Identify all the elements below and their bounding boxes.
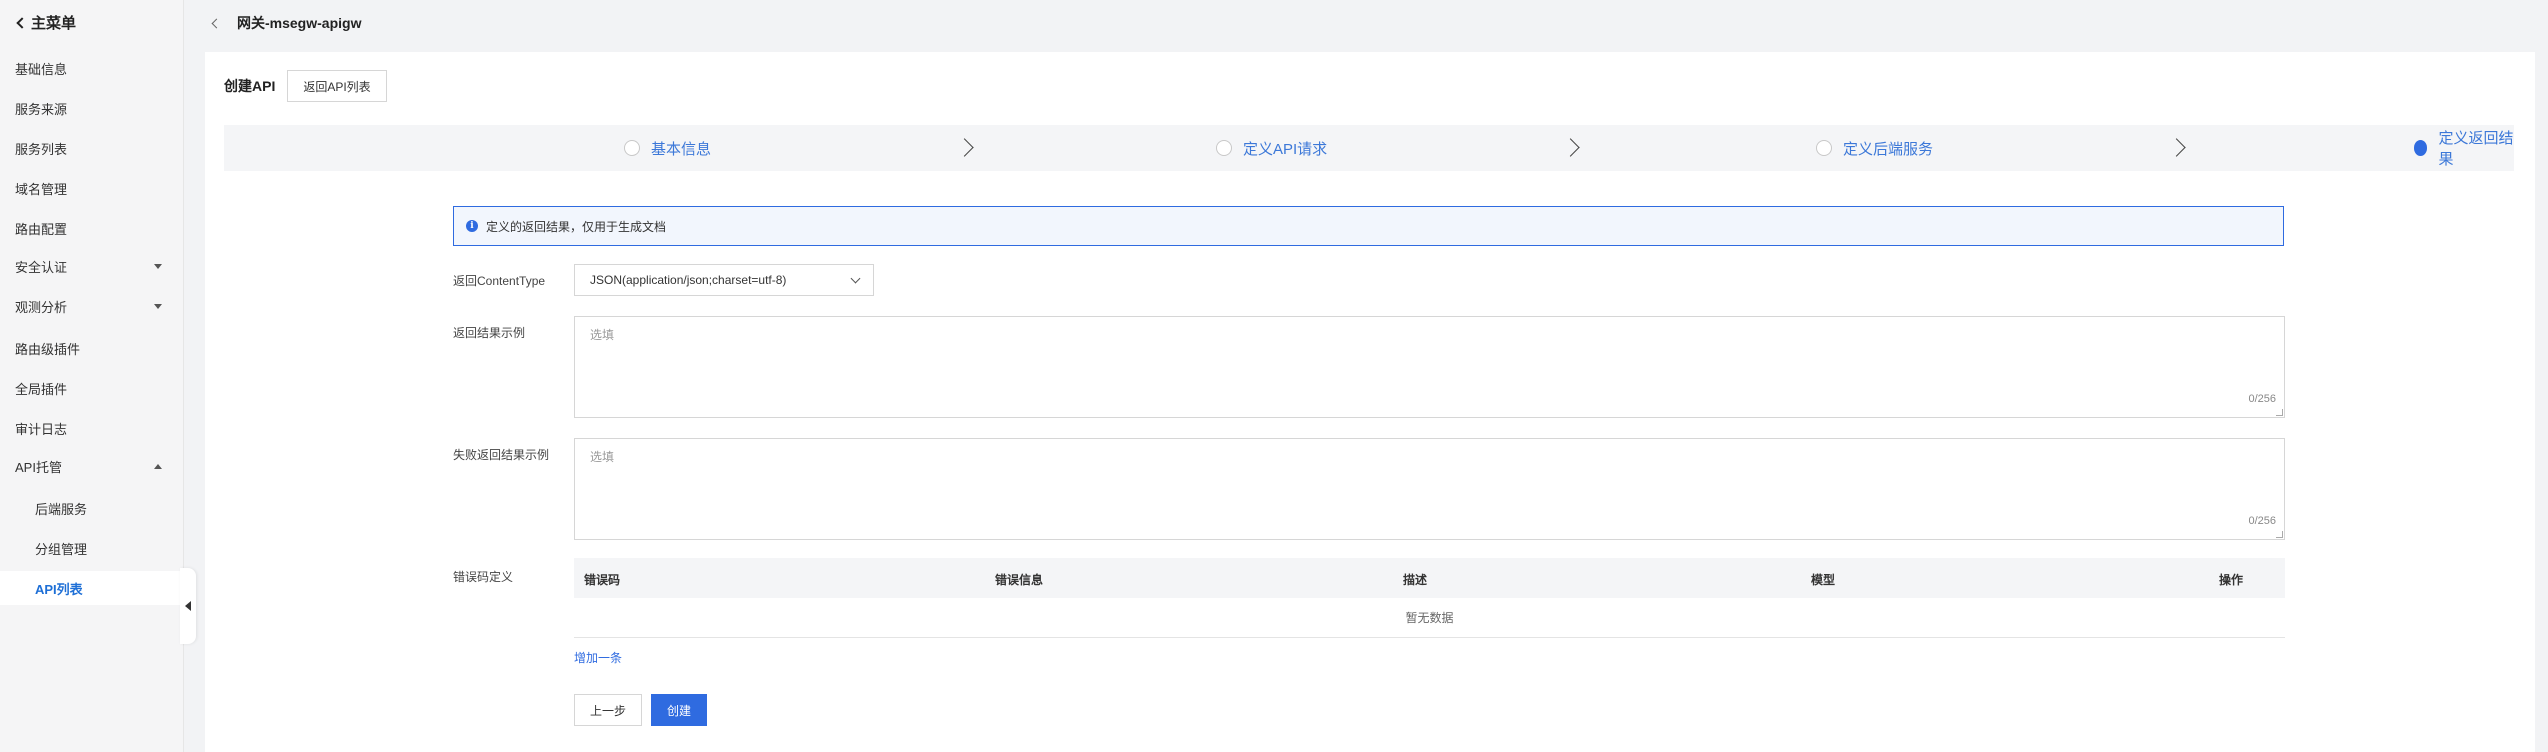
step-active-dot-icon (2414, 140, 2428, 156)
sidebar-item-label: 安全认证 (15, 259, 68, 275)
content-type-value: JSON(application/json;charset=utf-8) (590, 273, 787, 287)
sidebar-item-observability[interactable]: 观测分析 (0, 289, 184, 323)
step-bar: 基本信息 定义API请求 定义后端服务 定义返回结果 (224, 125, 2514, 171)
success-example-label: 返回结果示例 (453, 326, 526, 340)
main-menu-back-button[interactable]: 主菜单 (16, 12, 77, 33)
back-chevron-icon[interactable] (211, 18, 222, 28)
sidebar-item-global-plugins[interactable]: 全局插件 (0, 371, 184, 405)
sidebar-item-route-config[interactable]: 路由配置 (0, 211, 184, 245)
table-empty-row: 暂无数据 (574, 598, 2285, 638)
chevron-down-icon (850, 273, 861, 284)
sidebar-item-label: 路由级插件 (15, 341, 81, 357)
fail-example-counter: 0/256 (2248, 515, 2276, 527)
caret-down-icon (154, 263, 162, 269)
main-menu-label: 主菜单 (31, 15, 77, 32)
fail-example-label: 失败返回结果示例 (453, 448, 550, 462)
page-header: 创建API 返回API列表 (224, 70, 387, 102)
sidebar-item-label: 服务列表 (15, 141, 68, 157)
sidebar-item-label: 服务来源 (15, 101, 68, 117)
sidebar-item-audit-log[interactable]: 审计日志 (0, 411, 184, 445)
sidebar-item-label: 审计日志 (15, 421, 68, 437)
sidebar-item-label: 全局插件 (15, 381, 68, 397)
step-dot-icon (624, 140, 640, 156)
collapse-left-icon (185, 601, 191, 611)
sidebar-item-domain[interactable]: 域名管理 (0, 171, 184, 205)
column-header: 操作 (2219, 573, 2244, 587)
sidebar-item-security-auth[interactable]: 安全认证 (0, 249, 184, 283)
info-icon: i (466, 220, 478, 232)
success-example-placeholder: 选填 (590, 328, 615, 342)
content-type-label: 返回ContentType (453, 274, 546, 288)
sidebar-item-label: 分组管理 (35, 541, 88, 557)
sidebar-item-route-plugins[interactable]: 路由级插件 (0, 331, 184, 365)
add-row-link[interactable]: 增加一条 (574, 649, 622, 666)
sidebar: 主菜单 基础信息 服务来源 服务列表 域名管理 路由配置 安全认证 观测分析 路… (0, 0, 196, 752)
gateway-title: 网关-msegw-apigw (237, 15, 362, 31)
empty-text: 暂无数据 (1405, 611, 1454, 625)
step-define-request[interactable]: 定义API请求 (1216, 125, 1327, 171)
success-example-textarea[interactable]: 选填 0/256 (574, 316, 2285, 418)
column-header: 模型 (1811, 573, 1836, 587)
info-notice: i 定义的返回结果，仅用于生成文档 (453, 206, 2284, 246)
caret-up-icon (154, 463, 162, 469)
table-header: 错误码 错误信息 描述 模型 操作 (574, 558, 2285, 598)
chevron-left-icon (16, 16, 28, 29)
sidebar-collapse-handle[interactable] (180, 568, 196, 644)
back-to-api-list-button[interactable]: 返回API列表 (287, 70, 387, 102)
sidebar-item-basic-info[interactable]: 基础信息 (0, 51, 184, 85)
sidebar-item-label: 路由配置 (15, 221, 68, 237)
sidebar-item-label: API列表 (35, 581, 83, 597)
main-card: 创建API 返回API列表 基本信息 定义API请求 定义后端服务 定义返回结果… (205, 52, 2535, 752)
sidebar-item-backend-service[interactable]: 后端服务 (0, 491, 184, 525)
step-label: 定义API请求 (1243, 140, 1328, 158)
step-define-backend[interactable]: 定义后端服务 (1816, 125, 1933, 171)
resize-grip-icon[interactable] (2276, 409, 2283, 416)
step-label: 基本信息 (651, 140, 712, 158)
step-dot-icon (1816, 140, 1832, 156)
column-header: 错误码 (584, 573, 621, 587)
sidebar-item-label: 观测分析 (15, 299, 68, 315)
sidebar-item-label: 后端服务 (35, 501, 88, 517)
fail-example-textarea[interactable]: 选填 0/256 (574, 438, 2285, 540)
sidebar-item-api-list[interactable]: API列表 (0, 571, 184, 605)
resize-grip-icon[interactable] (2276, 531, 2283, 538)
step-label: 定义后端服务 (1843, 140, 1934, 158)
sidebar-item-group-management[interactable]: 分组管理 (0, 531, 184, 565)
page-title: 创建API (224, 78, 276, 94)
create-button[interactable]: 创建 (651, 694, 708, 726)
notice-text: 定义的返回结果，仅用于生成文档 (486, 219, 667, 234)
chevron-right-icon (2167, 138, 2186, 157)
header: 网关-msegw-apigw (204, 0, 361, 46)
sidebar-item-service-list[interactable]: 服务列表 (0, 131, 184, 165)
content-type-select[interactable]: JSON(application/json;charset=utf-8) (574, 264, 874, 296)
step-basic-info[interactable]: 基本信息 (624, 125, 711, 171)
sidebar-item-label: 域名管理 (15, 181, 68, 197)
prev-step-button[interactable]: 上一步 (574, 694, 643, 726)
column-header: 错误信息 (995, 573, 1044, 587)
success-example-counter: 0/256 (2248, 393, 2276, 405)
step-define-result[interactable]: 定义返回结果 (2414, 125, 2514, 171)
sidebar-item-label: 基础信息 (15, 61, 68, 77)
step-dot-icon (1216, 140, 1232, 156)
fail-example-placeholder: 选填 (590, 450, 615, 464)
error-code-label: 错误码定义 (453, 570, 514, 584)
error-code-table: 错误码 错误信息 描述 模型 操作 暂无数据 (574, 558, 2285, 638)
chevron-right-icon (1561, 138, 1580, 157)
chevron-right-icon (955, 138, 974, 157)
sidebar-item-label: API托管 (15, 459, 62, 475)
step-label: 定义返回结果 (2438, 130, 2514, 168)
sidebar-item-api-hosting[interactable]: API托管 (0, 449, 184, 483)
column-header: 描述 (1403, 573, 1428, 587)
sidebar-item-service-source[interactable]: 服务来源 (0, 91, 184, 125)
caret-down-icon (154, 303, 162, 309)
